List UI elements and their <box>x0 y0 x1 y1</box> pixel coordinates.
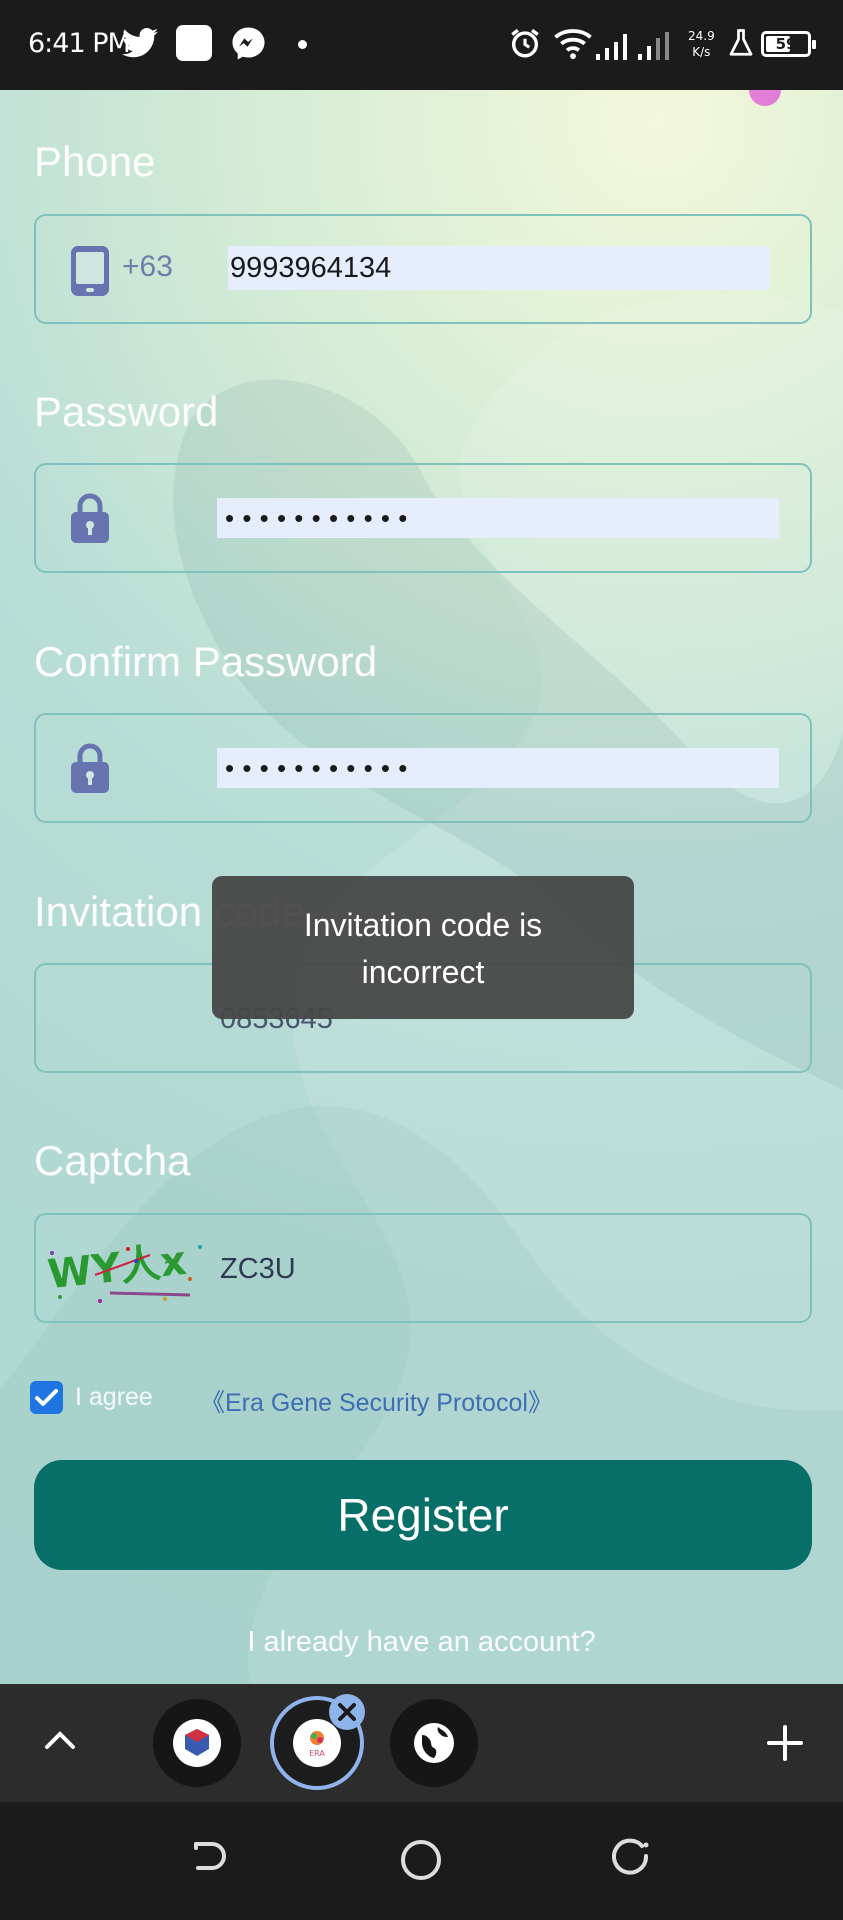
recents-icon[interactable] <box>612 1838 652 1878</box>
era-logo-text: ERA <box>309 1749 325 1758</box>
password-label: Password <box>34 388 219 435</box>
captcha-label: Captcha <box>34 1137 191 1184</box>
phone-label: Phone <box>34 138 156 185</box>
tab-close-icon[interactable] <box>329 1694 365 1730</box>
signal-icon-2 <box>638 32 669 60</box>
confirm-password-field[interactable]: • • • • • • • • • • • <box>34 713 812 823</box>
status-bar: 6:41 PM 24.9 K/s 59 <box>0 0 843 90</box>
error-toast: Invitation code is incorrect <box>212 876 634 1019</box>
browser-tab-bar: ERA <box>0 1684 843 1802</box>
battery-icon: 59 <box>761 31 816 57</box>
signal-icon <box>596 34 627 60</box>
security-protocol-link[interactable]: 《Era Gene Security Protocol》 <box>200 1383 553 1419</box>
flask-icon <box>729 29 753 56</box>
battery-percent: 59 <box>775 35 797 53</box>
login-link[interactable]: I already have an account? <box>0 1626 843 1659</box>
tab-app-icon[interactable] <box>153 1699 241 1787</box>
confirm-password-input[interactable]: • • • • • • • • • • • <box>217 748 779 788</box>
system-nav-bar <box>0 1802 843 1920</box>
home-icon[interactable] <box>399 1838 443 1882</box>
lock-icon <box>71 743 109 793</box>
password-input[interactable]: • • • • • • • • • • • <box>217 498 779 538</box>
tab-globe-icon[interactable] <box>390 1699 478 1787</box>
messenger-icon <box>232 27 265 60</box>
app-square-icon <box>176 25 212 61</box>
status-time: 6:41 PM <box>28 28 131 59</box>
checkmark-icon <box>35 1389 58 1406</box>
network-speed: 24.9 K/s <box>688 28 715 60</box>
agree-text: I agree <box>75 1383 153 1411</box>
captcha-input[interactable]: ZC3U <box>220 1253 296 1286</box>
country-code[interactable]: +63 <box>122 250 173 284</box>
speed-unit: K/s <box>692 45 711 59</box>
speed-value: 24.9 <box>688 29 715 43</box>
password-field[interactable]: • • • • • • • • • • • <box>34 463 812 573</box>
register-page[interactable]: Phone +63 9993964134 Password • • • • • … <box>0 90 843 1684</box>
register-button[interactable]: Register <box>34 1460 812 1570</box>
agree-checkbox[interactable] <box>30 1381 63 1414</box>
twitter-icon <box>122 28 158 58</box>
dot-icon <box>298 40 307 49</box>
captcha-field[interactable]: WY人x ZC3U <box>34 1213 812 1323</box>
phone-field[interactable]: +63 9993964134 <box>34 214 812 324</box>
phone-input[interactable]: 9993964134 <box>228 246 770 290</box>
captcha-image[interactable]: WY人x <box>40 1235 218 1305</box>
back-icon[interactable] <box>190 1838 230 1878</box>
phone-icon <box>71 246 109 296</box>
alarm-icon <box>511 28 539 58</box>
new-tab-plus-icon[interactable] <box>766 1724 804 1762</box>
chevron-up-icon[interactable] <box>44 1728 76 1752</box>
lock-icon <box>71 493 109 543</box>
wifi-icon <box>554 29 592 60</box>
confirm-password-label: Confirm Password <box>34 638 378 685</box>
